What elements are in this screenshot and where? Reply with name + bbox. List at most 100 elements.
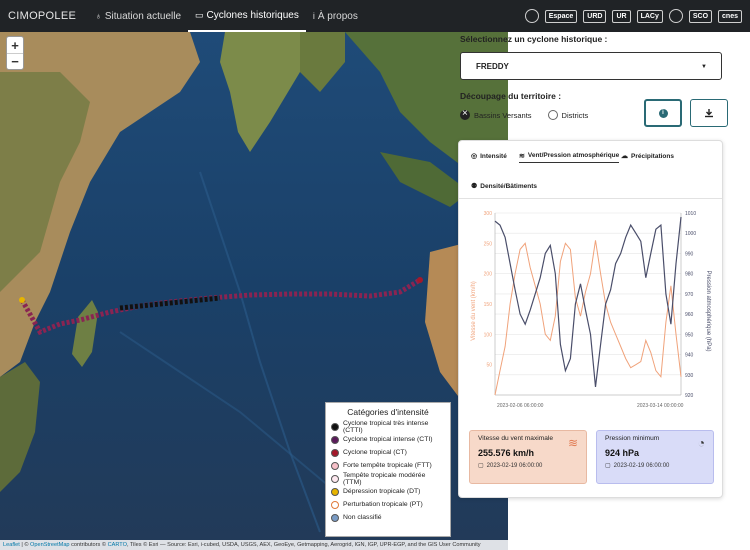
nav-a-propos[interactable]: i À propos (306, 0, 365, 32)
min-pressure-label: Pression minimum (605, 435, 660, 442)
tab-vent-pression[interactable]: ≋ Vent/Pression atmosphérique (519, 149, 620, 163)
legend-swatch (331, 500, 339, 509)
legend-label: Cyclone tropical (CT) (343, 449, 407, 456)
app-brand[interactable]: CIMOPOLEE (8, 10, 76, 22)
radio-label: Districts (561, 110, 589, 120)
y-tick-right: 980 (685, 272, 694, 278)
legend-label: Perturbation tropicale (PT) (343, 501, 423, 508)
zoom-out-button[interactable]: − (7, 53, 23, 69)
attribution-text: , Tiles © Esri — Source: Esri, i-cubed, … (126, 542, 481, 548)
tab-intensite[interactable]: ◎ Intensité (471, 149, 507, 163)
nav-label: Cyclones historiques (206, 9, 299, 21)
min-pressure-value: 924 hPa (605, 448, 640, 458)
monitor-icon: ▭ (195, 9, 204, 20)
y-tick-right: 940 (685, 353, 694, 359)
chevron-down-icon: ▼ (701, 64, 707, 70)
legend-item: Dépression tropicale (DT) (331, 485, 445, 498)
radio-districts[interactable] (547, 110, 558, 120)
info-icon: i (312, 11, 315, 21)
y-tick-right: 920 (685, 393, 694, 399)
legend-item: Non classifié (331, 511, 445, 524)
calendar-icon: ▢ (605, 463, 611, 469)
nav-situation-actuelle[interactable]: ♁ Situation actuelle (88, 0, 188, 32)
y-tick-right: 930 (685, 373, 694, 379)
y-axis-label-right: Pression atmosphérique (hPa) (705, 270, 711, 351)
series-line-wind (494, 240, 682, 396)
y-tick-left: 150 (484, 302, 493, 308)
attribution-text: contributors © (69, 542, 108, 548)
info-icon: i (658, 108, 668, 118)
legend-swatch (331, 487, 339, 496)
legend-swatch (331, 435, 339, 444)
y-tick-left: 250 (484, 241, 493, 247)
map-attribution: Leaflet | © OpenStreetMap contributors ©… (0, 540, 508, 550)
partner-logo: URD (583, 9, 607, 23)
wind-icon: ≋ (567, 436, 578, 450)
gauge-icon: ◔ (697, 436, 705, 450)
y-tick-right: 950 (685, 332, 694, 338)
legend-item: Cyclone tropical (CT) (331, 446, 445, 459)
y-tick-left: 50 (486, 363, 492, 369)
osm-link[interactable]: OpenStreetMap (30, 542, 70, 548)
legend-item: Cyclone tropical intense (CTI) (331, 433, 445, 446)
attribution-text: | © (19, 542, 31, 548)
max-wind-date-text: 2023-02-19 06:00:00 (486, 462, 543, 469)
wind-pressure-chart: 920 930 940 950 960 970 980 990 1000 1010 50 100 150… (471, 211, 711, 409)
zoom-in-button[interactable]: + (7, 37, 23, 53)
legend-label: Cyclone tropical intense (CTI) (343, 436, 433, 443)
legend-title: Catégories d'intensité (347, 407, 429, 417)
carto-link[interactable]: CARTO (108, 542, 127, 548)
tab-precipitations[interactable]: ☁ Précipitations (621, 149, 674, 163)
min-pressure-card: Pression minimum ◔ 924 hPa ▢ 2023-02-19 … (596, 430, 714, 484)
min-pressure-date: ▢ 2023-02-19 06:00:00 (605, 462, 705, 470)
tab-label: Vent/Pression atmosphérique (527, 152, 620, 159)
download-button[interactable] (690, 99, 728, 127)
intensity-legend: Catégories d'intensité Cyclone tropical … (325, 402, 451, 537)
legend-item: Perturbation tropicale (PT) (331, 498, 445, 511)
legend-item: Forte tempête tropicale (FTT) (331, 459, 445, 472)
y-tick-right: 990 (685, 251, 694, 257)
legend-label: Forte tempête tropicale (FTT) (343, 462, 432, 469)
cyclone-select-label: Sélectionnez un cyclone historique : (460, 34, 608, 44)
legend-item: Tempête tropicale modérée (TTM) (331, 471, 445, 486)
x-tick-start: 2023-02-06 06:00:00 (497, 403, 544, 409)
y-tick-left: 200 (484, 272, 493, 278)
decoupage-radio-group: Bassins Versants Districts (460, 108, 589, 120)
partner-logo: Espace (544, 9, 578, 23)
tab-label: Intensité (480, 152, 507, 160)
cyclone-select[interactable]: FREDDY ▼ (460, 52, 722, 80)
partner-logo (524, 9, 539, 23)
max-wind-date: ▢ 2023-02-19 06:00:00 (478, 462, 578, 470)
cyclone-map[interactable]: + − Catégories d'intensité Cyclone tropi… (0, 32, 508, 550)
target-icon: ◎ (471, 153, 478, 160)
download-icon (705, 109, 713, 118)
legend-swatch (331, 422, 339, 431)
radio-label: Bassins Versants (474, 110, 532, 120)
legend-label: Tempête tropicale modérée (TTM) (343, 471, 426, 486)
partner-logo: cnes (718, 9, 742, 23)
tab-label: Densité/Bâtiments (480, 182, 537, 190)
nav-cyclones-historiques[interactable]: ▭ Cyclones historiques (188, 0, 306, 32)
radio-bassins-versants[interactable] (460, 108, 470, 120)
partner-logo: UR (612, 9, 631, 23)
legend-label: Non classifié (343, 514, 382, 521)
calendar-icon: ▢ (478, 463, 484, 469)
legend-label: Dépression tropicale (DT) (343, 488, 421, 495)
y-tick-left: 300 (484, 211, 493, 217)
decoupage-label: Découpage du territoire : (460, 91, 562, 101)
legend-label: Cyclone tropical très intense (CTTI) (343, 419, 429, 434)
tab-densite-batiments[interactable]: ⚉ Densité/Bâtiments (471, 179, 537, 193)
legend-item: Cyclone tropical très intense (CTTI) (331, 419, 445, 434)
cloud-icon: ☁ (621, 153, 628, 160)
partner-logo: SCO (688, 9, 713, 23)
legend-swatch (331, 461, 339, 470)
legend-swatch (331, 448, 339, 457)
info-button[interactable]: i (644, 99, 682, 127)
max-wind-label: Vitesse du vent maximale (478, 435, 554, 442)
partner-logo: LACy (636, 9, 663, 23)
top-navbar: CIMOPOLEE ♁ Situation actuelle ▭ Cyclone… (0, 0, 750, 32)
nav-label: À propos (317, 10, 358, 22)
zoom-control: + − (6, 36, 24, 70)
leaflet-link[interactable]: Leaflet (3, 542, 20, 548)
max-wind-value: 255.576 km/h (478, 448, 535, 458)
